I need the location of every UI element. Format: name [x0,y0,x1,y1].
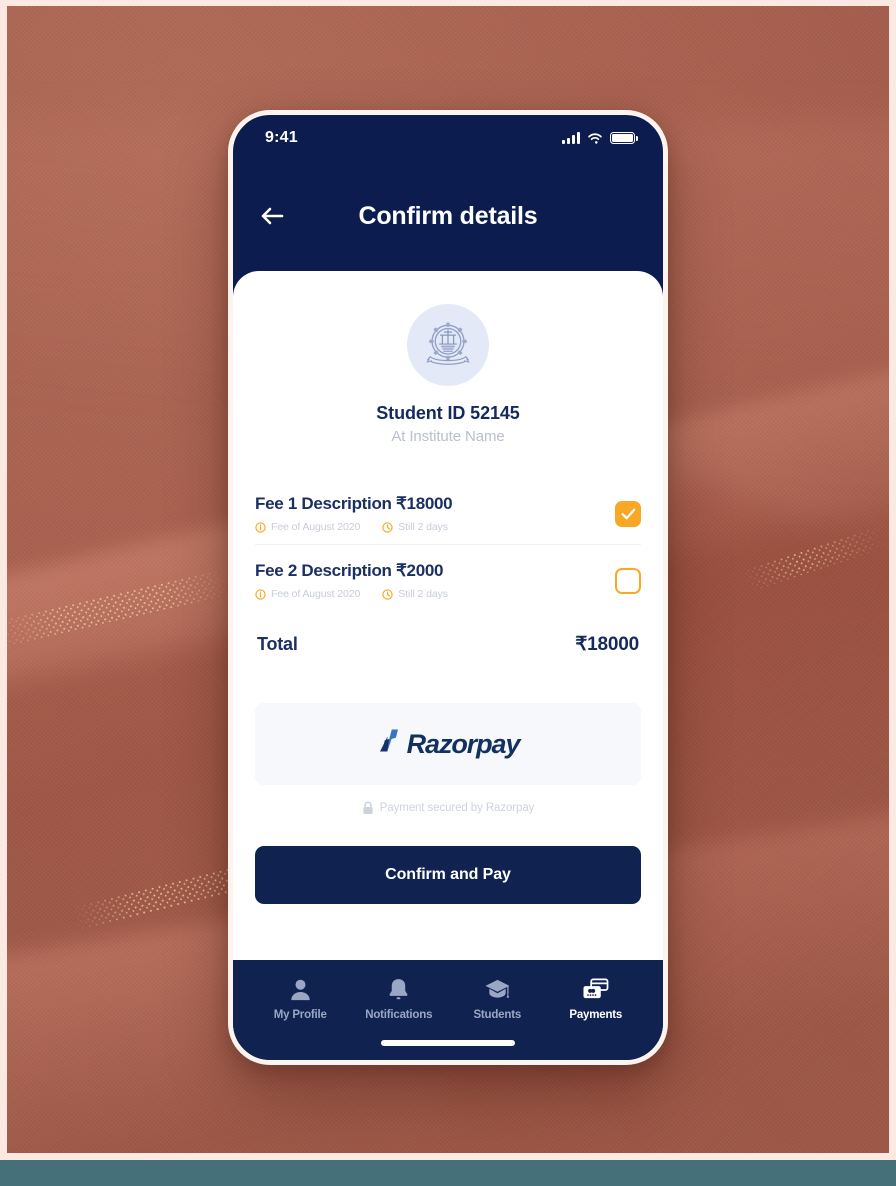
student-id-label: Student ID 52145 [376,403,520,423]
total-row: Total ₹18000 [255,633,641,656]
fee-list: Fee 1 Description ₹18000 Fee of August 2… [255,487,641,611]
fee-period-text: Fee of August 2020 [271,521,361,533]
cellular-bars-icon [562,132,580,144]
info-circle-icon [255,521,266,533]
home-indicator[interactable] [381,1040,515,1046]
status-bar-clock: 9:41 [265,129,298,146]
graduation-cap-icon [484,976,511,1002]
check-icon [621,508,635,519]
tab-label: Payments [569,1009,623,1021]
secured-note: Payment secured by Razorpay [255,801,641,815]
tab-label: Notifications [365,1009,433,1021]
payment-gateway-card[interactable]: Razorpay [255,703,641,785]
fee-row[interactable]: Fee 2 Description ₹2000 Fee of August 20… [255,544,641,611]
bottom-strip [0,1160,896,1186]
tab-my-profile[interactable]: My Profile [251,976,350,1021]
clock-icon [382,588,393,600]
student-profile: Student ID 52145 At Institute Name [255,271,641,445]
status-bar-icons [562,131,638,145]
fee-period-text: Fee of August 2020 [271,588,361,600]
fee-details: Fee 1 Description ₹18000 Fee of August 2… [255,494,603,533]
fee-meta: Fee of August 2020 Still 2 days [255,521,603,533]
fee-title: Fee 1 Description ₹18000 [255,494,453,513]
clock-icon [382,521,393,533]
bottom-navigation: My Profile Notifications Students Paymen… [233,960,663,1060]
razorpay-sail-icon [379,729,398,752]
tab-students[interactable]: Students [448,976,547,1021]
institute-name-label: At Institute Name [391,428,505,445]
lock-icon [363,801,373,814]
content-sheet: Student ID 52145 At Institute Name Fee 1… [233,271,663,960]
fee-due: Still 2 days [382,521,448,533]
back-arrow-icon [261,207,284,225]
info-circle-icon [255,588,266,600]
razorpay-wordmark: Razorpay [406,728,521,759]
tab-payments[interactable]: Payments [547,976,646,1021]
fee-checkbox-checked[interactable] [615,500,641,527]
wifi-icon [588,133,602,144]
total-value: ₹18000 [575,634,639,655]
payment-cards-icon [582,976,609,1002]
fee-title: Fee 2 Description ₹2000 [255,561,444,580]
total-label: Total [257,634,298,654]
page-title: Confirm details [358,201,538,230]
tab-label: My Profile [273,1009,327,1021]
institute-crest-icon [426,322,470,365]
fee-due-text: Still 2 days [398,521,448,533]
fee-details: Fee 2 Description ₹2000 Fee of August 20… [255,561,603,600]
fee-period: Fee of August 2020 [255,588,360,600]
phone-mockup: 9:41 Confirm details Student ID 52145 At… [228,110,668,1065]
razorpay-logo: Razorpay [377,729,520,760]
battery-full-icon [610,131,638,145]
back-button[interactable] [255,199,289,233]
sheet-spacer [255,904,641,960]
confirm-and-pay-button[interactable]: Confirm and Pay [255,846,641,904]
secured-text: Payment secured by Razorpay [379,802,535,814]
avatar [407,304,489,386]
fee-due: Still 2 days [382,588,448,600]
fee-meta: Fee of August 2020 Still 2 days [255,588,603,600]
app-header: Confirm details [233,161,663,271]
status-bar: 9:41 [233,115,663,161]
bell-icon [386,976,411,1002]
fee-checkbox-unchecked[interactable] [615,567,641,594]
fee-period: Fee of August 2020 [255,521,360,533]
scene: 9:41 Confirm details Student ID 52145 At… [0,0,896,1186]
tab-notifications[interactable]: Notifications [350,976,449,1021]
user-icon [288,976,313,1002]
tab-label: Students [473,1009,522,1021]
fee-due-text: Still 2 days [398,588,448,600]
fee-row[interactable]: Fee 1 Description ₹18000 Fee of August 2… [255,487,641,544]
